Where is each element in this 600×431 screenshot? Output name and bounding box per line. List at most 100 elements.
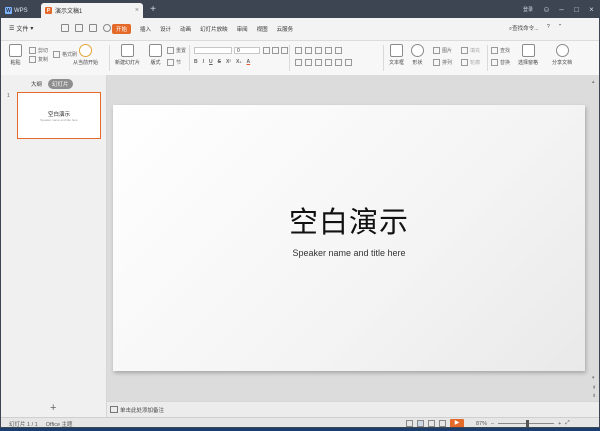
help-icon[interactable]: ? bbox=[547, 24, 550, 33]
zoom-slider-thumb[interactable] bbox=[526, 420, 530, 427]
fill-button[interactable]: 填充 bbox=[461, 47, 480, 54]
numbered-list-icon[interactable] bbox=[305, 47, 312, 54]
login-link[interactable]: 登录 bbox=[523, 6, 533, 13]
scroll-down-icon[interactable]: ▾ bbox=[592, 375, 595, 381]
selection-pane-button[interactable]: 选择窗格 bbox=[518, 44, 538, 66]
cut-label: 剪切 bbox=[38, 48, 49, 54]
indent-decrease-icon[interactable] bbox=[315, 47, 322, 54]
user-icon[interactable]: ☺ bbox=[539, 1, 554, 18]
close-window-button[interactable]: × bbox=[584, 1, 599, 18]
superscript-button[interactable]: X² bbox=[226, 59, 231, 65]
slide-title[interactable]: 空白演示 bbox=[113, 199, 585, 241]
zoom-slider[interactable] bbox=[498, 420, 555, 427]
next-slide-icon[interactable]: ⇟ bbox=[592, 393, 596, 399]
find-button[interactable]: 查找 bbox=[491, 47, 510, 54]
reading-view-icon[interactable] bbox=[439, 420, 446, 427]
tab-design[interactable]: 设计 bbox=[160, 25, 171, 33]
layout-button[interactable]: 版式 bbox=[149, 44, 162, 66]
tab-wps-home[interactable]: W WPS bbox=[5, 3, 37, 18]
slide-thumbnail[interactable]: 空白演示 Speaker name and title here bbox=[17, 92, 101, 139]
slide-canvas[interactable]: 空白演示 Speaker name and title here bbox=[113, 105, 585, 371]
replace-icon bbox=[491, 59, 498, 66]
tab-slides[interactable]: 幻灯片 bbox=[48, 79, 73, 89]
tab-home[interactable]: 开始 bbox=[112, 24, 132, 34]
maximize-button[interactable]: □ bbox=[569, 1, 584, 18]
new-slide-icon bbox=[121, 44, 134, 57]
tab-animation[interactable]: 动画 bbox=[180, 25, 191, 33]
tab-cloud[interactable]: 云服务 bbox=[277, 25, 294, 33]
tab-insert[interactable]: 插入 bbox=[140, 25, 151, 33]
align-center-icon[interactable] bbox=[305, 59, 312, 66]
font-color-button[interactable]: A bbox=[247, 59, 251, 65]
tab-view[interactable]: 视图 bbox=[257, 25, 268, 33]
tab-review[interactable]: 审阅 bbox=[237, 25, 248, 33]
vertical-scrollbar[interactable]: ▴ ▾ ⇞ ⇟ bbox=[589, 75, 599, 401]
font-size-select[interactable]: 0 bbox=[234, 47, 260, 54]
tab-document[interactable]: P 演示文稿1 × bbox=[41, 3, 143, 18]
replace-button[interactable]: 替换 bbox=[491, 59, 510, 66]
slide-sorter-icon[interactable] bbox=[428, 420, 435, 427]
section-button[interactable]: 节 bbox=[167, 59, 181, 66]
print-icon[interactable] bbox=[75, 24, 83, 32]
bullet-list-icon[interactable] bbox=[295, 47, 302, 54]
new-slide-button[interactable]: 新建幻灯片 bbox=[115, 44, 140, 66]
shape-button[interactable]: 形状 bbox=[411, 44, 424, 66]
wps-presentation-window: W WPS P 演示文稿1 × + 登录 ☺ – □ × ☰ 文件 ▾ 开始 插… bbox=[0, 0, 600, 428]
collapse-ribbon-icon[interactable]: ⌃ bbox=[558, 24, 563, 33]
save-icon[interactable] bbox=[61, 24, 69, 32]
zoom-out-icon[interactable]: – bbox=[491, 421, 494, 427]
play-from-current-label: 从当前开始 bbox=[73, 60, 99, 66]
strikethrough-button[interactable]: S bbox=[218, 59, 221, 65]
scroll-up-icon[interactable]: ▴ bbox=[592, 79, 595, 85]
arrange-button[interactable]: 排列 bbox=[433, 59, 452, 66]
tab-slideshow[interactable]: 幻灯片放映 bbox=[200, 25, 228, 33]
fill-label: 填充 bbox=[470, 48, 481, 54]
search-command[interactable]: ⌕查找命令... bbox=[509, 24, 539, 33]
font-grow-shrink[interactable] bbox=[263, 47, 288, 54]
font-style-buttons: B I U S X² X₂ A bbox=[194, 59, 250, 65]
copy-button[interactable]: 复制 bbox=[29, 56, 48, 63]
italic-button[interactable]: I bbox=[203, 59, 204, 65]
slideshow-play-button[interactable]: ▶ bbox=[450, 419, 464, 427]
prev-slide-icon[interactable]: ⇞ bbox=[592, 385, 596, 391]
picture-button[interactable]: 图片 bbox=[433, 47, 452, 54]
file-menu[interactable]: ☰ 文件 ▾ bbox=[9, 24, 33, 33]
layout-icon bbox=[149, 44, 162, 57]
shrink-font-icon bbox=[272, 47, 279, 54]
distribute-icon[interactable] bbox=[335, 59, 342, 66]
arrange-label: 排列 bbox=[442, 60, 453, 66]
align-right-icon[interactable] bbox=[315, 59, 322, 66]
share-document-button[interactable]: 分享文档 bbox=[552, 44, 572, 66]
subscript-button[interactable]: X₂ bbox=[236, 59, 242, 65]
picture-label: 图片 bbox=[442, 48, 453, 54]
fit-window-icon[interactable]: ⤢ bbox=[565, 420, 569, 427]
play-from-current-button[interactable]: 从当前开始 bbox=[73, 44, 98, 66]
line-spacing-icon[interactable] bbox=[335, 47, 342, 54]
zoom-level: 87% bbox=[476, 420, 488, 427]
zoom-in-icon[interactable]: + bbox=[558, 421, 561, 427]
preview-icon[interactable] bbox=[89, 24, 97, 32]
cut-button[interactable]: 剪切 bbox=[29, 47, 48, 54]
underline-button[interactable]: U bbox=[209, 59, 213, 65]
justify-icon[interactable] bbox=[325, 59, 332, 66]
textbox-button[interactable]: 文本框 bbox=[389, 44, 404, 66]
align-left-icon[interactable] bbox=[295, 59, 302, 66]
undo-icon[interactable] bbox=[103, 24, 111, 32]
slide-subtitle[interactable]: Speaker name and title here bbox=[113, 248, 585, 258]
outline-button[interactable]: 轮廓 bbox=[461, 59, 480, 66]
tab-outline[interactable]: 大纲 bbox=[31, 80, 42, 88]
indent-increase-icon[interactable] bbox=[325, 47, 332, 54]
new-tab-button[interactable]: + bbox=[147, 4, 159, 16]
close-tab-icon[interactable]: × bbox=[135, 7, 139, 14]
minimize-button[interactable]: – bbox=[554, 1, 569, 18]
panel-tabs: 大纲 幻灯片 bbox=[31, 79, 73, 89]
normal-view-icon[interactable] bbox=[417, 420, 424, 427]
paste-button[interactable]: 粘贴 bbox=[9, 44, 22, 66]
notes-pane[interactable]: 单击此处添加备注 bbox=[107, 401, 599, 418]
notes-toggle-icon[interactable] bbox=[406, 420, 413, 427]
font-name-select[interactable] bbox=[194, 47, 232, 54]
add-slide-button[interactable]: + bbox=[50, 402, 56, 414]
text-direction-icon[interactable] bbox=[345, 59, 352, 66]
reset-button[interactable]: 重置 bbox=[167, 47, 186, 54]
bold-button[interactable]: B bbox=[194, 59, 198, 65]
